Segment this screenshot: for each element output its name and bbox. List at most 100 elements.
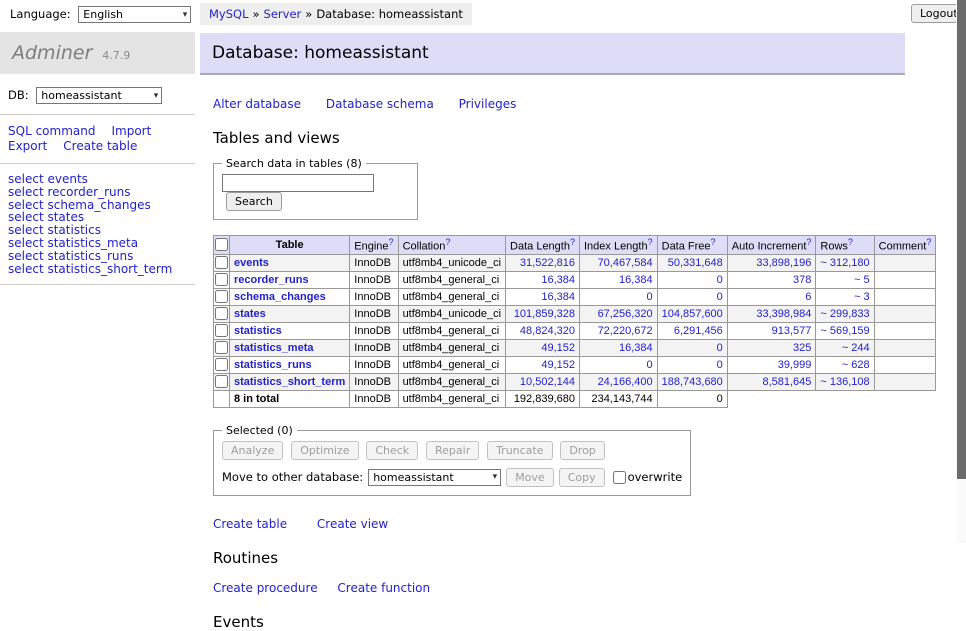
row-checkbox[interactable]: [215, 341, 228, 354]
create-table-link[interactable]: Create table: [213, 517, 287, 531]
auto-increment-link[interactable]: 33,898,196: [756, 257, 811, 269]
help-link[interactable]: ?: [445, 237, 450, 247]
import-link[interactable]: Import: [111, 124, 151, 138]
data-free-link[interactable]: 50,331,648: [668, 257, 723, 269]
auto-increment-link[interactable]: 6: [805, 291, 811, 303]
export-link[interactable]: Export: [8, 139, 47, 153]
auto-increment-link[interactable]: 325: [793, 342, 811, 354]
breadcrumb-mysql-link[interactable]: MySQL: [209, 7, 249, 21]
move-database-select[interactable]: homeassistant ▾: [368, 469, 501, 486]
index-length-link[interactable]: 16,384: [619, 274, 653, 286]
data-length-link[interactable]: 101,859,328: [514, 308, 575, 320]
data-free-link[interactable]: 0: [717, 291, 723, 303]
data-free-link[interactable]: 0: [717, 359, 723, 371]
table-name-link[interactable]: schema_changes: [234, 291, 326, 303]
table-name-link[interactable]: recorder_runs: [234, 274, 309, 286]
data-length-link[interactable]: 16,384: [541, 274, 575, 286]
row-checkbox[interactable]: [215, 256, 228, 269]
auto-increment-link[interactable]: 8,581,645: [762, 376, 811, 388]
db-selector-row: DB: homeassistant ▾: [8, 87, 195, 104]
rows-link[interactable]: ~ 312,180: [820, 257, 869, 269]
data-free-link[interactable]: 0: [717, 274, 723, 286]
repair-button[interactable]: Repair: [426, 441, 479, 460]
optimize-button[interactable]: Optimize: [291, 441, 358, 460]
data-free-link[interactable]: 6,291,456: [674, 325, 723, 337]
table-name-link[interactable]: statistics_meta: [234, 342, 314, 354]
row-checkbox[interactable]: [215, 324, 228, 337]
analyze-button[interactable]: Analyze: [222, 441, 283, 460]
help-link[interactable]: ?: [648, 237, 653, 247]
help-link[interactable]: ?: [570, 237, 575, 247]
help-link[interactable]: ?: [926, 237, 931, 247]
index-length-link[interactable]: 72,220,672: [598, 325, 653, 337]
row-checkbox[interactable]: [215, 358, 228, 371]
check-button[interactable]: Check: [366, 441, 418, 460]
rows-link[interactable]: ~ 244: [842, 342, 870, 354]
copy-button[interactable]: Copy: [559, 468, 605, 487]
adminer-logo[interactable]: Adminer: [12, 42, 92, 64]
data-length-link[interactable]: 48,824,320: [520, 325, 575, 337]
create-function-link[interactable]: Create function: [337, 581, 430, 595]
move-button[interactable]: Move: [506, 468, 554, 487]
index-length-link[interactable]: 0: [647, 359, 653, 371]
truncate-button[interactable]: Truncate: [487, 441, 552, 460]
create-table-link-sidebar[interactable]: Create table: [63, 139, 137, 153]
data-length-link[interactable]: 49,152: [541, 342, 575, 354]
database-schema-link[interactable]: Database schema: [326, 97, 434, 111]
data-free-link[interactable]: 104,857,600: [662, 308, 723, 320]
search-button[interactable]: Search: [226, 192, 282, 211]
rows-link[interactable]: ~ 136,108: [820, 376, 869, 388]
help-link[interactable]: ?: [389, 237, 394, 247]
auto-increment-link[interactable]: 378: [793, 274, 811, 286]
index-length-link[interactable]: 67,256,320: [598, 308, 653, 320]
select-all-checkbox[interactable]: [215, 238, 228, 251]
table-name-link[interactable]: states: [234, 308, 266, 320]
comment-cell: [874, 356, 936, 373]
data-length-link[interactable]: 31,522,816: [520, 257, 575, 269]
row-checkbox[interactable]: [215, 375, 228, 388]
table-name-link[interactable]: statistics_short_term: [234, 376, 345, 388]
data-length-link[interactable]: 10,502,144: [520, 376, 575, 388]
sql-command-link[interactable]: SQL command: [8, 124, 95, 138]
help-link[interactable]: ?: [711, 237, 716, 247]
privileges-link[interactable]: Privileges: [459, 97, 517, 111]
db-select[interactable]: homeassistant ▾: [36, 87, 162, 104]
selected-legend: Selected (0): [222, 424, 297, 437]
language-select[interactable]: English ▾: [78, 6, 191, 23]
index-length-link[interactable]: 0: [647, 291, 653, 303]
drop-button[interactable]: Drop: [560, 441, 604, 460]
search-input[interactable]: [222, 174, 374, 192]
breadcrumb-server-link[interactable]: Server: [264, 7, 302, 21]
rows-link[interactable]: ~ 5: [854, 274, 870, 286]
rows-link[interactable]: ~ 628: [842, 359, 870, 371]
auto-increment-cell: 8,581,645: [727, 373, 816, 390]
alter-database-link[interactable]: Alter database: [213, 97, 301, 111]
help-link[interactable]: ?: [806, 237, 811, 247]
row-checkbox[interactable]: [215, 307, 228, 320]
sidebar-table-link[interactable]: select statistics_short_term: [8, 262, 172, 276]
table-name-link[interactable]: statistics_runs: [234, 359, 312, 371]
rows-link[interactable]: ~ 569,159: [820, 325, 869, 337]
data-free-link[interactable]: 188,743,680: [662, 376, 723, 388]
engine-cell: InnoDB: [350, 373, 398, 390]
index-length-link[interactable]: 16,384: [619, 342, 653, 354]
data-free-link[interactable]: 0: [717, 342, 723, 354]
help-link[interactable]: ?: [848, 237, 853, 247]
data-length-link[interactable]: 49,152: [541, 359, 575, 371]
auto-increment-link[interactable]: 39,999: [778, 359, 812, 371]
rows-link[interactable]: ~ 299,833: [820, 308, 869, 320]
rows-link[interactable]: ~ 3: [854, 291, 870, 303]
overwrite-checkbox[interactable]: [613, 471, 626, 484]
auto-increment-link[interactable]: 33,398,984: [756, 308, 811, 320]
row-checkbox[interactable]: [215, 273, 228, 286]
create-procedure-link[interactable]: Create procedure: [213, 581, 318, 595]
data-length-link[interactable]: 16,384: [541, 291, 575, 303]
scrollbar-thumb[interactable]: [957, 0, 966, 479]
row-checkbox[interactable]: [215, 290, 228, 303]
table-name-link[interactable]: statistics: [234, 325, 282, 337]
index-length-link[interactable]: 24,166,400: [598, 376, 653, 388]
auto-increment-link[interactable]: 913,577: [772, 325, 812, 337]
table-name-link[interactable]: events: [234, 257, 269, 269]
index-length-link[interactable]: 70,467,584: [598, 257, 653, 269]
create-view-link[interactable]: Create view: [317, 517, 388, 531]
